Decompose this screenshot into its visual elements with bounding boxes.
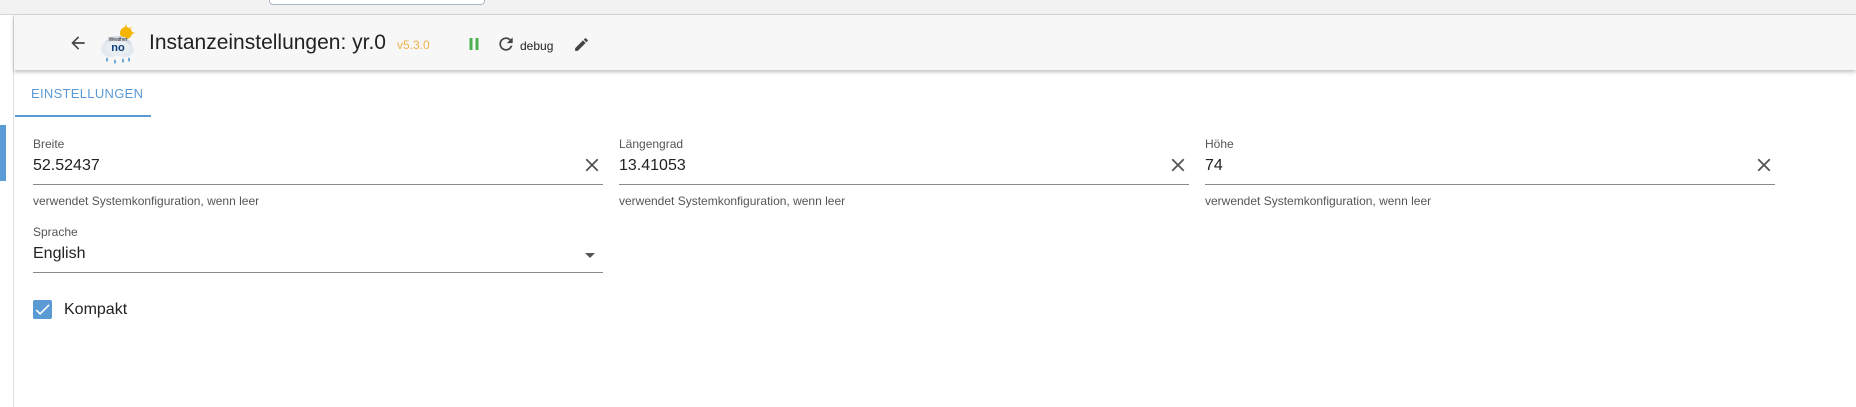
edit-pencil-icon[interactable] — [570, 33, 592, 55]
longitude-input[interactable]: 13.41053 — [619, 157, 686, 175]
dropdown-arrow-icon[interactable] — [585, 253, 595, 258]
longitude-helper-text: verwendet Systemkonfiguration, wenn leer — [619, 194, 846, 208]
sidebar-active-marker — [0, 125, 6, 181]
altitude-input[interactable]: 74 — [1205, 157, 1223, 175]
clear-icon[interactable] — [1167, 154, 1189, 176]
checkmark-icon — [35, 304, 50, 316]
latitude-label: Breite — [33, 137, 65, 151]
language-value[interactable]: English — [33, 245, 85, 263]
latitude-helper-text: verwendet Systemkonfiguration, wenn leer — [33, 194, 260, 208]
instance-header: Weather no Instanzeinstellungen: yr.0 v5… — [14, 15, 1856, 70]
tab-einstellungen[interactable]: EINSTELLUNGEN — [15, 72, 151, 117]
latitude-underline — [33, 184, 603, 185]
back-arrow-icon[interactable] — [58, 28, 98, 58]
altitude-helper-text: verwendet Systemkonfiguration, wenn leer — [1205, 194, 1432, 208]
tab-active-indicator — [15, 115, 151, 117]
altitude-underline — [1205, 184, 1775, 185]
browser-top-strip — [0, 0, 1856, 15]
log-level-label: debug — [520, 39, 554, 53]
tab-label: EINSTELLUNGEN — [31, 86, 144, 101]
longitude-underline — [619, 184, 1189, 185]
language-underline — [33, 272, 603, 273]
clear-icon[interactable] — [581, 154, 603, 176]
top-search-box[interactable] — [269, 0, 485, 5]
weather-logo-icon: Weather no — [93, 24, 147, 65]
page-title: Instanzeinstellungen: yr.0 — [149, 31, 386, 54]
sidebar-divider — [13, 14, 14, 407]
compact-checkbox-label: Kompakt — [64, 301, 128, 318]
compact-checkbox[interactable] — [33, 300, 52, 319]
longitude-label: Längengrad — [619, 137, 684, 151]
language-label: Sprache — [33, 225, 78, 239]
altitude-label: Höhe — [1205, 137, 1234, 151]
clear-icon[interactable] — [1753, 154, 1775, 176]
reload-icon[interactable] — [493, 32, 519, 56]
pause-icon[interactable] — [462, 32, 486, 56]
latitude-input[interactable]: 52.52437 — [33, 157, 100, 175]
version-badge: v5.3.0 — [397, 38, 430, 52]
logo-text: no — [111, 42, 125, 54]
